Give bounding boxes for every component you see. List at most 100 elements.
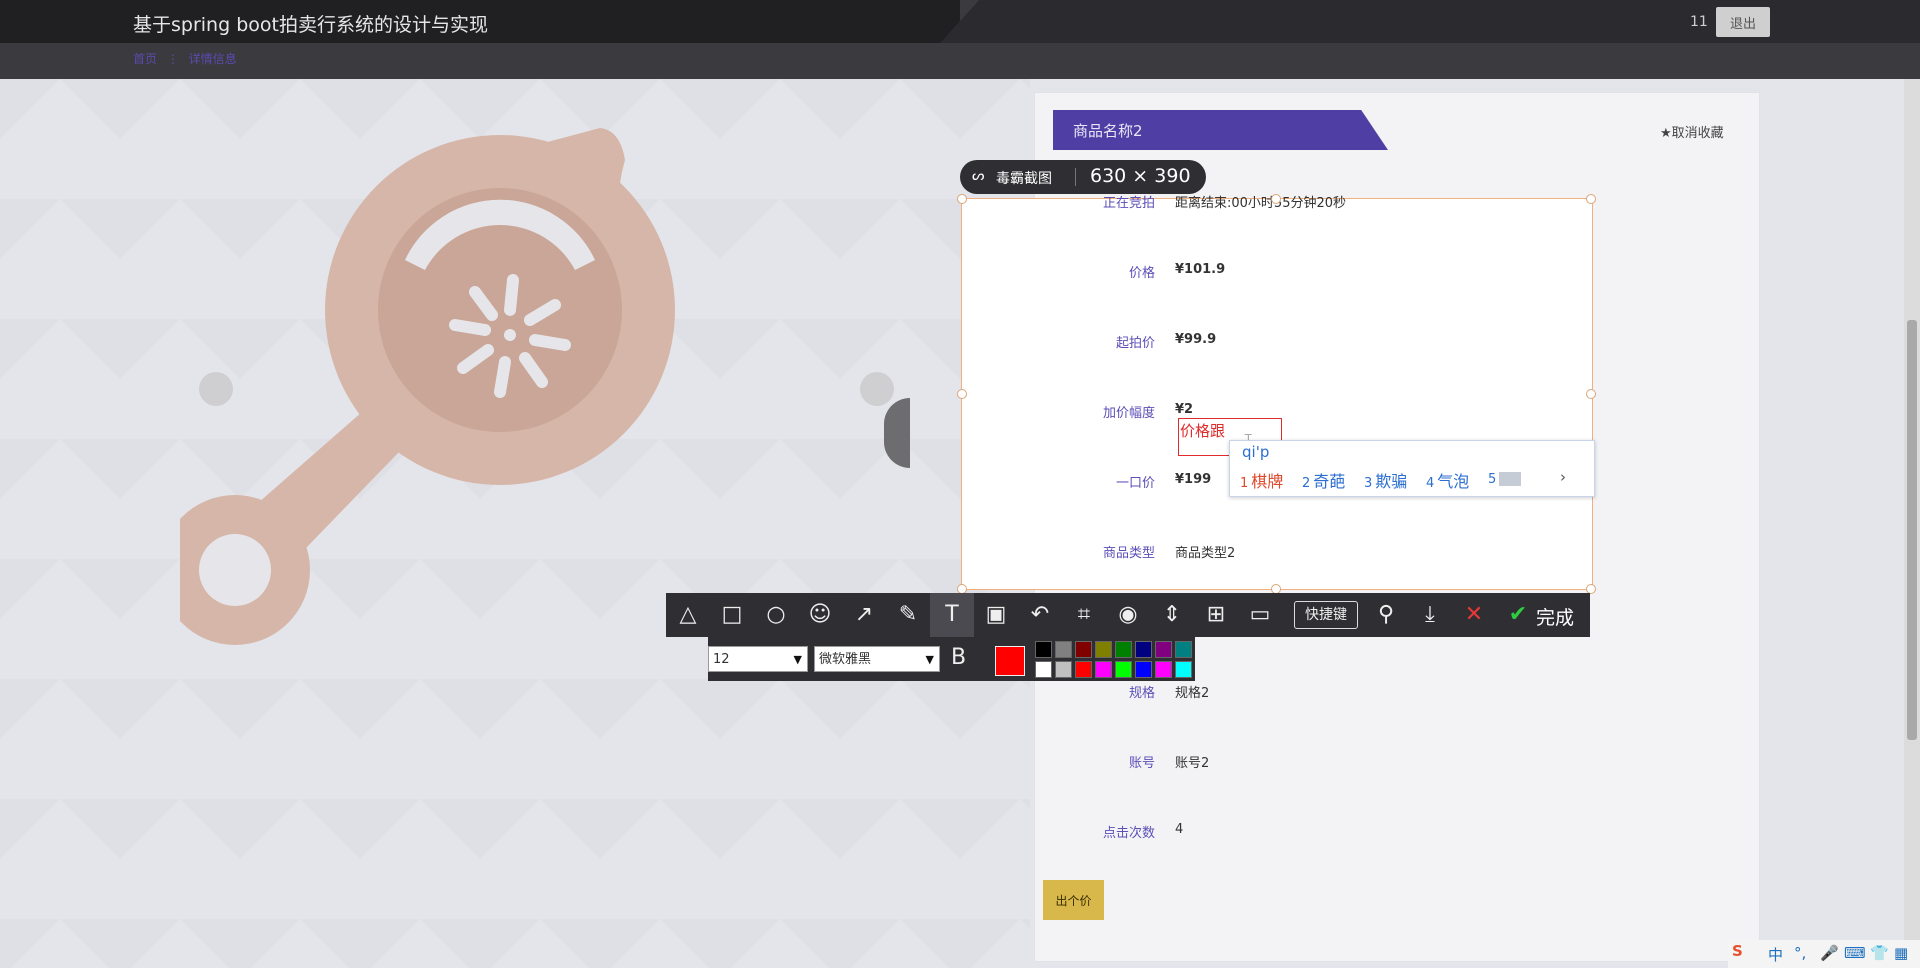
sel-value-price: ¥101.9 — [1175, 262, 1226, 277]
color-swatch[interactable] — [1055, 661, 1072, 678]
ime-candidate-1-text: 棋牌 — [1251, 472, 1284, 491]
done-button[interactable]: 完成 — [1536, 603, 1574, 630]
scroll-capture-icon[interactable]: ⇕ — [1150, 593, 1194, 637]
capture-app-name: 毒霸截图 — [996, 171, 1052, 187]
close-icon[interactable]: ✕ — [1452, 593, 1496, 637]
current-color-swatch[interactable] — [995, 646, 1025, 676]
color-swatch[interactable] — [1135, 661, 1152, 678]
color-swatch[interactable] — [1075, 641, 1092, 658]
value-click-count: 4 — [1175, 822, 1184, 837]
punctuation-icon[interactable]: °, — [1794, 944, 1806, 962]
scrollbar-thumb[interactable] — [1907, 320, 1917, 740]
add-icon[interactable]: ⊞ — [1194, 593, 1238, 637]
color-swatch[interactable] — [1095, 661, 1112, 678]
color-swatch[interactable] — [1155, 661, 1172, 678]
text-icon[interactable]: T — [930, 593, 974, 637]
color-swatch[interactable] — [1095, 641, 1112, 658]
toolbox-icon[interactable]: ▦ — [1894, 944, 1908, 962]
sel-value-start-price: ¥99.9 — [1175, 332, 1217, 347]
value-spec: 规格2 — [1175, 686, 1210, 701]
chevron-down-icon: ▼ — [925, 653, 934, 666]
color-swatch[interactable] — [1115, 661, 1132, 678]
pin-icon[interactable]: ⚲ — [1364, 593, 1408, 637]
header-right-band — [940, 0, 1920, 43]
ime-status-bar: S 中 °, 🎤 ⌨ 👕 ▦ — [1728, 940, 1920, 968]
ime-language[interactable]: 中 — [1768, 944, 1783, 965]
ime-candidate-5-image-icon — [1499, 471, 1522, 486]
ime-candidate-1[interactable]: 1 棋牌 — [1240, 468, 1283, 492]
site-title: 基于spring boot拍卖行系统的设计与实现 — [133, 14, 488, 36]
font-size-value: 12 — [713, 652, 730, 667]
color-swatch[interactable] — [1075, 661, 1092, 678]
skin-icon[interactable]: 👕 — [1870, 944, 1889, 962]
ime-candidate-5[interactable]: 5 — [1488, 468, 1522, 487]
breadcrumb-current[interactable]: 详情信息 — [189, 52, 237, 66]
record-icon[interactable]: ◉ — [1106, 593, 1150, 637]
shortcut-button[interactable]: 快捷键 — [1294, 601, 1358, 629]
sel-label-start-price: 起拍价 — [1115, 336, 1155, 351]
carousel-next-button[interactable] — [860, 372, 894, 406]
sel-label-price: 价格 — [1128, 266, 1155, 281]
color-swatch[interactable] — [1035, 661, 1052, 678]
sel-label-auction-status: 正在竞拍 — [1102, 196, 1155, 211]
mosaic-icon[interactable]: ▣ — [974, 593, 1018, 637]
ime-candidate-4-index: 4 — [1426, 476, 1435, 491]
logout-button[interactable]: 退出 — [1716, 7, 1770, 37]
comment-icon[interactable]: ▭ — [1238, 593, 1282, 637]
ime-candidate-3[interactable]: 3 欺骗 — [1364, 468, 1407, 492]
font-family-select[interactable]: 微软雅黑 ▼ — [814, 646, 940, 672]
color-swatch[interactable] — [1135, 641, 1152, 658]
color-palette — [1035, 640, 1195, 680]
ime-candidate-5-index: 5 — [1488, 472, 1497, 487]
breadcrumb-separator: ⋮ — [166, 52, 179, 66]
duba-logo-icon: ᔕ — [972, 168, 985, 184]
pen-icon[interactable]: ✎ — [886, 593, 930, 637]
ocr-icon[interactable]: ⌗ — [1062, 593, 1106, 637]
ellipse-icon[interactable]: ○ — [754, 593, 798, 637]
font-family-value: 微软雅黑 — [819, 652, 872, 667]
product-name: 商品名称2 — [1073, 122, 1143, 140]
label-click-count: 点击次数 — [1102, 826, 1155, 841]
color-swatch[interactable] — [1155, 641, 1172, 658]
place-bid-button[interactable]: 出个价 — [1043, 880, 1104, 920]
resize-handle-ne[interactable] — [1586, 194, 1596, 204]
chevron-down-icon: ▼ — [793, 653, 802, 666]
capture-selection[interactable] — [961, 198, 1593, 590]
carousel-prev-button[interactable] — [199, 372, 233, 406]
ime-next-page-icon[interactable]: › — [1560, 468, 1566, 486]
font-size-select[interactable]: 12 ▼ — [708, 646, 808, 672]
shapes-icon[interactable]: △ — [666, 593, 710, 637]
breadcrumb-home[interactable]: 首页 — [133, 52, 157, 66]
color-swatch[interactable] — [1175, 641, 1192, 658]
capture-toolbar: △ □ ○ ☺ ↗ ✎ T ▣ ↶ ⌗ ◉ ⇕ ⊞ ▭ 快捷键 ⚲ ⤓ ✕ ✔ … — [666, 593, 1590, 637]
emoji-icon[interactable]: ☺ — [798, 593, 842, 637]
ime-candidate-4[interactable]: 4 气泡 — [1426, 468, 1469, 492]
color-swatch[interactable] — [1055, 641, 1072, 658]
sel-label-category: 商品类型 — [1102, 546, 1155, 561]
color-swatch[interactable] — [1115, 641, 1132, 658]
ime-candidate-3-index: 3 — [1364, 476, 1373, 491]
arrow-icon[interactable]: ↗ — [842, 593, 886, 637]
sel-value-countdown: 距离结束:00小时55分钟20秒 — [1175, 196, 1347, 211]
rectangle-icon[interactable]: □ — [710, 593, 754, 637]
download-icon[interactable]: ⤓ — [1408, 593, 1452, 637]
undo-icon[interactable]: ↶ — [1018, 593, 1062, 637]
sel-value-buy-now: ¥199 — [1175, 472, 1212, 487]
check-icon[interactable]: ✔ — [1496, 593, 1540, 637]
unfavorite-button[interactable]: ★取消收藏 — [1660, 122, 1724, 141]
ime-composition: qi'p — [1242, 443, 1270, 461]
ime-candidate-4-text: 气泡 — [1437, 472, 1470, 491]
color-swatch[interactable] — [1035, 641, 1052, 658]
ime-candidate-2[interactable]: 2 奇葩 — [1302, 468, 1345, 492]
resize-handle-nw[interactable] — [957, 194, 967, 204]
resize-handle-n[interactable] — [1271, 194, 1281, 204]
sogou-logo-icon: S — [1732, 942, 1743, 960]
resize-handle-w[interactable] — [957, 389, 967, 399]
bold-button[interactable]: B — [951, 645, 966, 670]
ime-candidate-window: qi'p 1 棋牌 2 奇葩 3 欺骗 4 气泡 5 › — [1229, 440, 1595, 497]
color-swatch[interactable] — [1175, 661, 1192, 678]
microphone-icon[interactable]: 🎤 — [1820, 944, 1839, 962]
resize-handle-e[interactable] — [1586, 389, 1596, 399]
ime-candidate-2-text: 奇葩 — [1313, 472, 1346, 491]
keyboard-icon[interactable]: ⌨ — [1844, 944, 1866, 962]
